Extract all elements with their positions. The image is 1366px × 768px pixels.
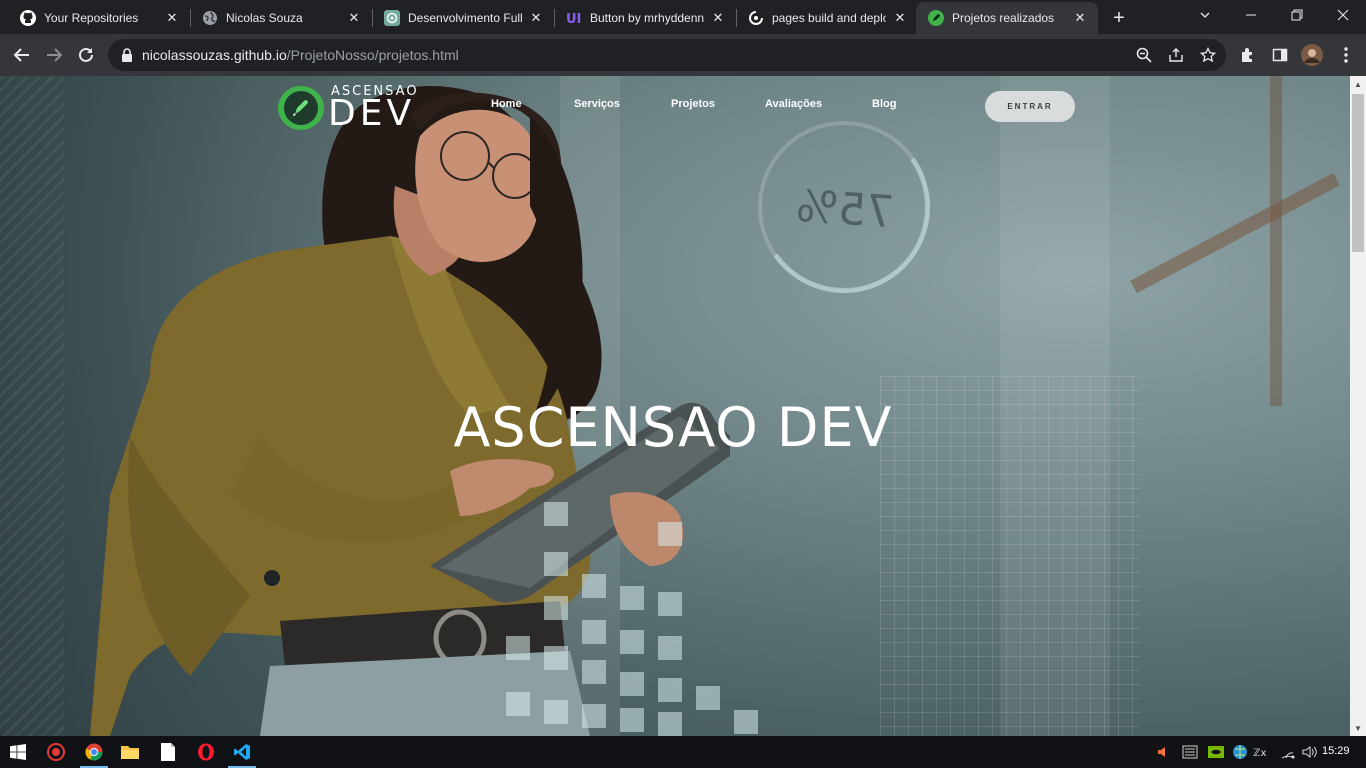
scrollbar-thumb[interactable] — [1352, 94, 1364, 252]
login-button[interactable]: ENTRAR — [985, 91, 1075, 122]
nav-home[interactable]: Home — [491, 98, 522, 110]
wifi-icon[interactable] — [1278, 742, 1298, 762]
tab-projetos-realizados[interactable]: Projetos realizados ✕ — [916, 2, 1098, 34]
scroll-up-arrow-icon[interactable]: ▲ — [1350, 76, 1366, 92]
extensions-icon[interactable] — [1234, 41, 1262, 69]
github-actions-icon — [748, 10, 764, 26]
tab-search-button[interactable] — [1182, 0, 1228, 30]
browser-toolbar: nicolassouzas.github.io/ProjetoNosso/pro… — [0, 34, 1366, 76]
tab-strip: Your Repositories ✕ Nicolas Souza ✕ Dese… — [0, 0, 1366, 34]
site-logo[interactable]: ASCENSAO DEV — [278, 84, 418, 134]
file-explorer-icon[interactable] — [112, 736, 148, 768]
address-bar[interactable]: nicolassouzas.github.io/ProjetoNosso/pro… — [108, 39, 1226, 71]
nav-blog[interactable]: Blog — [872, 98, 896, 110]
svg-text:ℤx: ℤx — [1253, 748, 1266, 759]
bookmark-star-icon[interactable] — [1196, 43, 1220, 67]
share-icon[interactable] — [1164, 43, 1188, 67]
tab-button-by-mrhyddenn[interactable]: UI Button by mrhyddenn ✕ — [554, 2, 736, 34]
zoom-icon[interactable] — [1132, 43, 1156, 67]
reload-button[interactable] — [72, 41, 100, 69]
new-tab-button[interactable]: + — [1106, 5, 1132, 31]
menu-icon[interactable] — [1332, 41, 1360, 69]
keyboard-icon[interactable] — [1180, 742, 1200, 762]
chrome-icon[interactable] — [76, 736, 112, 768]
close-tab-icon[interactable]: ✕ — [892, 10, 908, 26]
tab-nicolas-souza[interactable]: Nicolas Souza ✕ — [190, 2, 372, 34]
hero-title: ASCENSAO DEV — [0, 396, 1350, 459]
close-tab-icon[interactable]: ✕ — [346, 10, 362, 26]
url-host: nicolassouzas.github.io — [142, 47, 287, 63]
close-tab-icon[interactable]: ✕ — [528, 10, 544, 26]
network-globe-icon[interactable] — [1230, 742, 1250, 762]
background-data-squares — [500, 496, 800, 736]
vscode-icon[interactable] — [224, 736, 260, 768]
profile-avatar[interactable] — [1298, 41, 1326, 69]
globe-icon — [202, 10, 218, 26]
minimize-button[interactable] — [1228, 0, 1274, 30]
url-path: /ProjetoNosso/projetos.html — [286, 47, 459, 63]
background-window-frame — [1270, 76, 1282, 406]
background-gauge-text: 75% — [794, 180, 896, 239]
nav-projetos[interactable]: Projetos — [671, 98, 715, 110]
back-button[interactable] — [8, 41, 36, 69]
url-text[interactable]: nicolassouzas.github.io/ProjetoNosso/pro… — [142, 47, 459, 63]
nav-servicos[interactable]: Serviços — [574, 98, 620, 110]
screen-recorder-icon[interactable] — [38, 736, 74, 768]
close-tab-icon[interactable]: ✕ — [164, 10, 180, 26]
background-window-frame — [1130, 172, 1340, 294]
notepad-icon[interactable] — [150, 736, 186, 768]
rocket-icon — [928, 10, 944, 26]
hero-title-text: ASCENSAO DEV — [453, 396, 893, 459]
nav-avaliacoes[interactable]: Avaliações — [765, 98, 822, 110]
page-scrollbar[interactable]: ▲ ▼ — [1350, 76, 1366, 736]
rocket-logo-icon — [278, 86, 324, 130]
close-tab-icon[interactable]: ✕ — [710, 10, 726, 26]
tab-your-repositories[interactable]: Your Repositories ✕ — [8, 2, 190, 34]
nvidia-icon[interactable] — [1206, 742, 1226, 762]
svg-text:UI: UI — [566, 12, 581, 26]
github-icon — [20, 10, 36, 26]
lock-icon[interactable] — [120, 48, 134, 62]
web-page: 75% ASCENSAO DEV Home Serviços Projetos … — [0, 76, 1350, 736]
volume-muted-icon[interactable] — [1154, 742, 1174, 762]
speaker-icon[interactable] — [1300, 742, 1320, 762]
tab-desenvolvimento-full[interactable]: Desenvolvimento Full ✕ — [372, 2, 554, 34]
scroll-down-arrow-icon[interactable]: ▼ — [1350, 720, 1366, 736]
logo-text-bottom: DEV — [328, 93, 416, 134]
forward-button[interactable] — [40, 41, 68, 69]
taskbar-clock[interactable]: 15:29 — [1322, 745, 1350, 757]
keyboard-layout-icon[interactable]: ℤx — [1252, 742, 1272, 762]
opera-icon[interactable] — [188, 736, 224, 768]
openai-icon — [384, 10, 400, 26]
side-panel-icon[interactable] — [1266, 41, 1294, 69]
windows-start-icon[interactable] — [0, 736, 36, 768]
restore-button[interactable] — [1274, 0, 1320, 30]
uiverse-icon: UI — [566, 10, 582, 26]
close-window-button[interactable] — [1320, 0, 1366, 30]
close-tab-icon[interactable]: ✕ — [1072, 10, 1088, 26]
windows-taskbar: ℤx 15:29 — [0, 736, 1366, 768]
tab-pages-build-and-deploy[interactable]: pages build and deplo ✕ — [736, 2, 918, 34]
